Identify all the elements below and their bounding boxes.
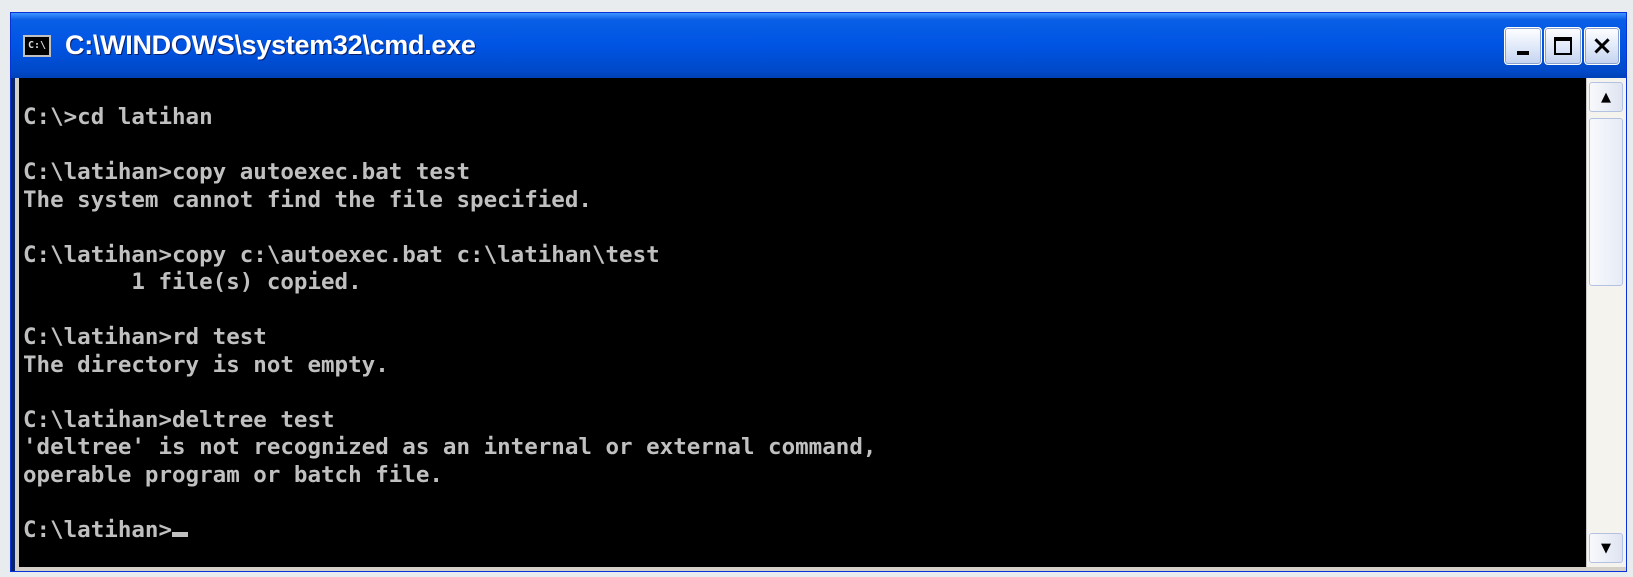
console-line: operable program or batch file.: [23, 461, 443, 488]
title-bar[interactable]: C:\ C:\WINDOWS\system32\cmd.exe ×: [11, 13, 1626, 78]
console-line: The directory is not empty.: [23, 351, 389, 378]
maximize-icon: [1554, 37, 1572, 55]
minimize-icon: [1517, 51, 1529, 55]
scroll-down-button[interactable]: ▼: [1589, 533, 1623, 563]
console-line: C:\latihan>deltree test: [23, 406, 335, 433]
maximize-button[interactable]: [1544, 27, 1582, 65]
console-line: C:\>cd latihan: [23, 104, 213, 130]
console-line: C:\latihan>rd test: [23, 324, 267, 350]
console-line: C:\latihan>copy autoexec.bat test: [23, 159, 471, 185]
console-line: C:\latihan>copy c:\autoexec.bat c:\latih…: [23, 241, 660, 268]
text-cursor: [172, 531, 189, 537]
vertical-scrollbar[interactable]: ▲ ▼: [1586, 78, 1626, 567]
window-controls: ×: [1504, 27, 1620, 65]
console-area[interactable]: C:\>cd latihan C:\latihan>copy autoexec.b…: [15, 78, 1626, 571]
cmd-app-icon[interactable]: C:\: [23, 34, 51, 57]
arrow-up-icon: ▲: [1601, 89, 1611, 105]
console-line: C:\latihan>: [23, 517, 1582, 545]
close-icon: ×: [1591, 31, 1613, 61]
console-line: 1 file(s) copied.: [23, 269, 362, 295]
console-line: 'deltree' is not recognized as an intern…: [23, 434, 877, 460]
console-output[interactable]: C:\>cd latihan C:\latihan>copy autoexec.b…: [23, 104, 1582, 544]
arrow-down-icon: ▼: [1601, 540, 1611, 556]
console-line: The system cannot find the file specifie…: [23, 186, 592, 213]
scroll-thumb[interactable]: [1589, 118, 1623, 286]
cmd-window: C:\ C:\WINDOWS\system32\cmd.exe × C:\>cd…: [10, 12, 1627, 572]
close-button[interactable]: ×: [1584, 27, 1620, 65]
minimize-button[interactable]: [1504, 27, 1542, 65]
scroll-up-button[interactable]: ▲: [1589, 82, 1623, 112]
window-title: C:\WINDOWS\system32\cmd.exe: [65, 30, 476, 60]
